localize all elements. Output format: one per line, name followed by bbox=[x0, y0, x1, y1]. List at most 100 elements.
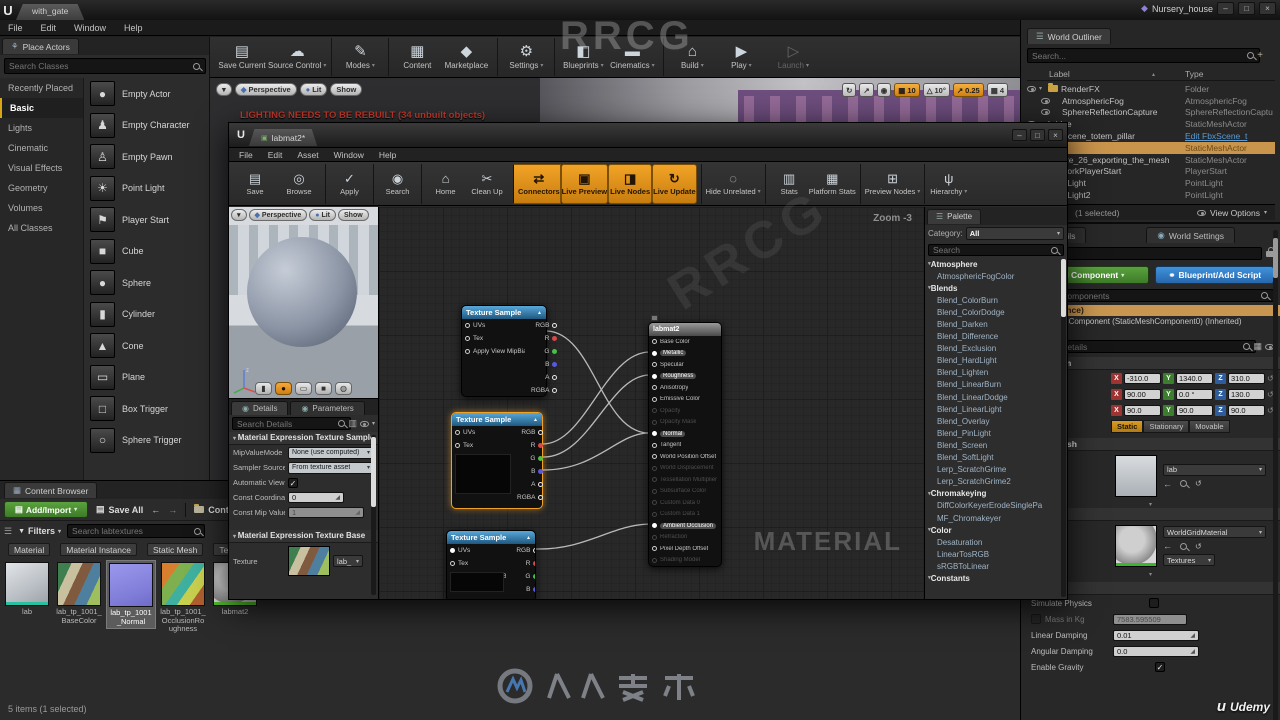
me-search-details-input[interactable] bbox=[232, 417, 352, 430]
palette-item[interactable]: Blend_Screen bbox=[925, 439, 1067, 451]
node-output-pin[interactable]: RGB bbox=[509, 544, 535, 557]
palette-item[interactable]: Blend_Overlay bbox=[925, 415, 1067, 427]
transform-x-value[interactable]: -310.0 bbox=[1124, 372, 1161, 384]
category-item[interactable]: Lights bbox=[0, 118, 83, 138]
texture-base-section[interactable]: Material Expression Texture Base bbox=[229, 530, 378, 543]
node-input-pin[interactable]: UVs bbox=[462, 319, 528, 332]
preview-lit-button[interactable]: ● Lit bbox=[309, 209, 337, 221]
node-input-pin[interactable]: Tex bbox=[462, 332, 528, 345]
transform-x-value[interactable]: 90.0 bbox=[1124, 404, 1161, 416]
visibility-eye-icon[interactable] bbox=[1041, 97, 1050, 104]
tab-world-settings[interactable]: ◉ World Settings bbox=[1146, 227, 1235, 243]
create-folder-icon[interactable]: + bbox=[1257, 50, 1263, 61]
toolbar-button[interactable]: ⌂ Build ▾ bbox=[663, 38, 715, 76]
back-icon[interactable]: ← bbox=[151, 505, 160, 515]
placeable-item[interactable]: ♟ Empty Character bbox=[84, 110, 209, 142]
node-input-pin[interactable]: Apply View MipBias bbox=[462, 345, 528, 358]
node-input-pin[interactable]: Tex bbox=[447, 557, 509, 570]
world-outliner-tab[interactable]: ☰ World Outliner bbox=[1027, 28, 1111, 44]
material-output-pin[interactable]: Normal bbox=[649, 428, 721, 440]
node-output-pin[interactable]: G bbox=[509, 570, 535, 583]
palette-search-input[interactable] bbox=[928, 244, 1064, 256]
material-combo[interactable]: WorldGridMaterial ▾ bbox=[1163, 526, 1266, 538]
palette-item[interactable]: sRGBToLinear bbox=[925, 560, 1067, 572]
preview-shape-button[interactable]: ● bbox=[275, 382, 292, 395]
material-output-pin[interactable]: Tangent bbox=[649, 440, 721, 452]
placeable-item[interactable]: ● Sphere bbox=[84, 267, 209, 299]
viewport-show-button[interactable]: Show bbox=[330, 83, 363, 96]
book-icon[interactable]: ▥ bbox=[348, 418, 357, 429]
toolbar-button[interactable]: ◆ Marketplace bbox=[440, 38, 492, 76]
snap-button[interactable]: ↻ bbox=[842, 83, 857, 97]
placeable-item[interactable]: ■ Cube bbox=[84, 236, 209, 268]
material-output-pin[interactable]: Pixel Depth Offset bbox=[649, 543, 721, 555]
preview-shape-button[interactable]: ▭ bbox=[295, 382, 312, 395]
toolbar-button[interactable]: ⚙ Settings ▾ bbox=[497, 38, 549, 76]
palette-item[interactable]: Constants bbox=[925, 572, 1067, 584]
add-import-button[interactable]: ▤ Add/Import ▾ bbox=[4, 501, 88, 518]
node-output-pin[interactable]: B bbox=[528, 358, 560, 371]
texture-sample-node[interactable]: Texture Sample ▲ UVsTexApply View MipBias… bbox=[461, 305, 558, 397]
transform-z-value[interactable]: 90.0 bbox=[1228, 404, 1265, 416]
category-item[interactable]: Visual Effects bbox=[0, 158, 83, 178]
asset-tile[interactable]: lab bbox=[2, 560, 52, 619]
preview-shape-button[interactable]: ◍ bbox=[335, 382, 352, 395]
material-output-pin[interactable]: World Displacement bbox=[649, 463, 721, 475]
category-item[interactable]: Geometry bbox=[0, 178, 83, 198]
node-output-pin[interactable]: R bbox=[509, 557, 535, 570]
palette-item[interactable]: Blend_SoftLight bbox=[925, 452, 1067, 464]
node-output-pin[interactable]: RGBA bbox=[514, 491, 546, 504]
palette-item[interactable]: LinearTosRGB bbox=[925, 548, 1067, 560]
close-button[interactable]: × bbox=[1259, 2, 1276, 15]
node-output-pin[interactable]: R bbox=[514, 439, 546, 452]
snap-button[interactable]: ↗ bbox=[859, 83, 874, 97]
menu-item[interactable]: Edit bbox=[41, 23, 57, 33]
material-output-pin[interactable]: Roughness bbox=[649, 371, 721, 383]
place-actors-tab[interactable]: ⚘ Place Actors bbox=[2, 38, 79, 54]
maximize-button[interactable]: □ bbox=[1030, 129, 1045, 141]
toolbar-button[interactable]: ▶ Play ▾ bbox=[715, 38, 767, 76]
placeable-item[interactable]: ♙ Empty Pawn bbox=[84, 141, 209, 173]
palette-item[interactable]: Blend_Difference bbox=[925, 331, 1067, 343]
menu-item[interactable]: Window bbox=[334, 150, 364, 160]
use-selected-icon[interactable]: ← bbox=[1163, 541, 1172, 551]
enable-gravity-checkbox[interactable]: ✓ bbox=[1155, 662, 1165, 672]
material-output-pin[interactable]: Shading Model bbox=[649, 555, 721, 567]
mobility-option[interactable]: Movable bbox=[1189, 419, 1230, 433]
texture-sample-node-selected[interactable]: Texture Sample▲ UVsTexApply View MipBias… bbox=[451, 412, 546, 509]
placeable-item[interactable]: ○ Sphere Trigger bbox=[84, 425, 209, 457]
const-coordinate-value[interactable]: 0 bbox=[292, 493, 296, 502]
linear-damping-value[interactable]: 0.01 bbox=[1117, 631, 1132, 640]
me-toolbar-button[interactable]: ▦ Platform Stats bbox=[809, 164, 856, 204]
tab-me-details[interactable]: ◉ Details bbox=[231, 401, 289, 415]
me-toolbar-button[interactable]: ✓ Apply bbox=[325, 163, 369, 204]
palette-item[interactable]: Chromakeying bbox=[925, 488, 1067, 500]
filter-chip[interactable]: Material Instance bbox=[60, 543, 137, 556]
placeable-item[interactable]: ☀ Point Light bbox=[84, 173, 209, 205]
transform-z-value[interactable]: 310.0 bbox=[1228, 372, 1265, 384]
static-mesh-thumbnail[interactable] bbox=[1115, 455, 1157, 497]
filter-chip[interactable]: Static Mesh bbox=[146, 543, 204, 556]
toolbar-button[interactable]: ▤ Save Current bbox=[216, 38, 268, 76]
material-asset-tab[interactable]: ▣ labmat2* bbox=[249, 129, 318, 146]
material-output-pin[interactable]: Metallic bbox=[649, 348, 721, 360]
node-output-pin[interactable]: RGB bbox=[528, 319, 560, 332]
node-input-pin[interactable]: Tex bbox=[452, 439, 514, 452]
palette-item[interactable]: Blend_LinearLight bbox=[925, 403, 1067, 415]
material-output-pin[interactable]: Ambient Occlusion bbox=[649, 520, 721, 532]
use-selected-icon[interactable]: ← bbox=[1163, 479, 1172, 489]
me-toolbar-button[interactable]: ▥ Stats bbox=[764, 163, 809, 204]
outliner-view-options[interactable]: View Options bbox=[1210, 208, 1260, 218]
palette-item[interactable]: Blend_Lighten bbox=[925, 367, 1067, 379]
menu-item[interactable]: Edit bbox=[268, 150, 283, 160]
mipvalue-dropdown[interactable]: None (use computed) ▾ bbox=[288, 446, 374, 459]
angular-damping-value[interactable]: 0.0 bbox=[1117, 647, 1127, 656]
sampler-source-dropdown[interactable]: From texture asset ▾ bbox=[288, 461, 374, 474]
material-output-pin[interactable]: Custom Data 0 bbox=[649, 497, 721, 509]
me-toolbar-button[interactable]: ▤ Save bbox=[233, 164, 277, 204]
texture-dropdown[interactable]: lab_ ▾ bbox=[333, 555, 363, 567]
texture-sample-section[interactable]: Material Expression Texture Sample bbox=[229, 432, 378, 445]
static-mesh-combo[interactable]: lab ▾ bbox=[1163, 463, 1266, 476]
node-input-pin[interactable]: UVs bbox=[447, 544, 509, 557]
palette-item[interactable]: Blend_LinearBurn bbox=[925, 379, 1067, 391]
